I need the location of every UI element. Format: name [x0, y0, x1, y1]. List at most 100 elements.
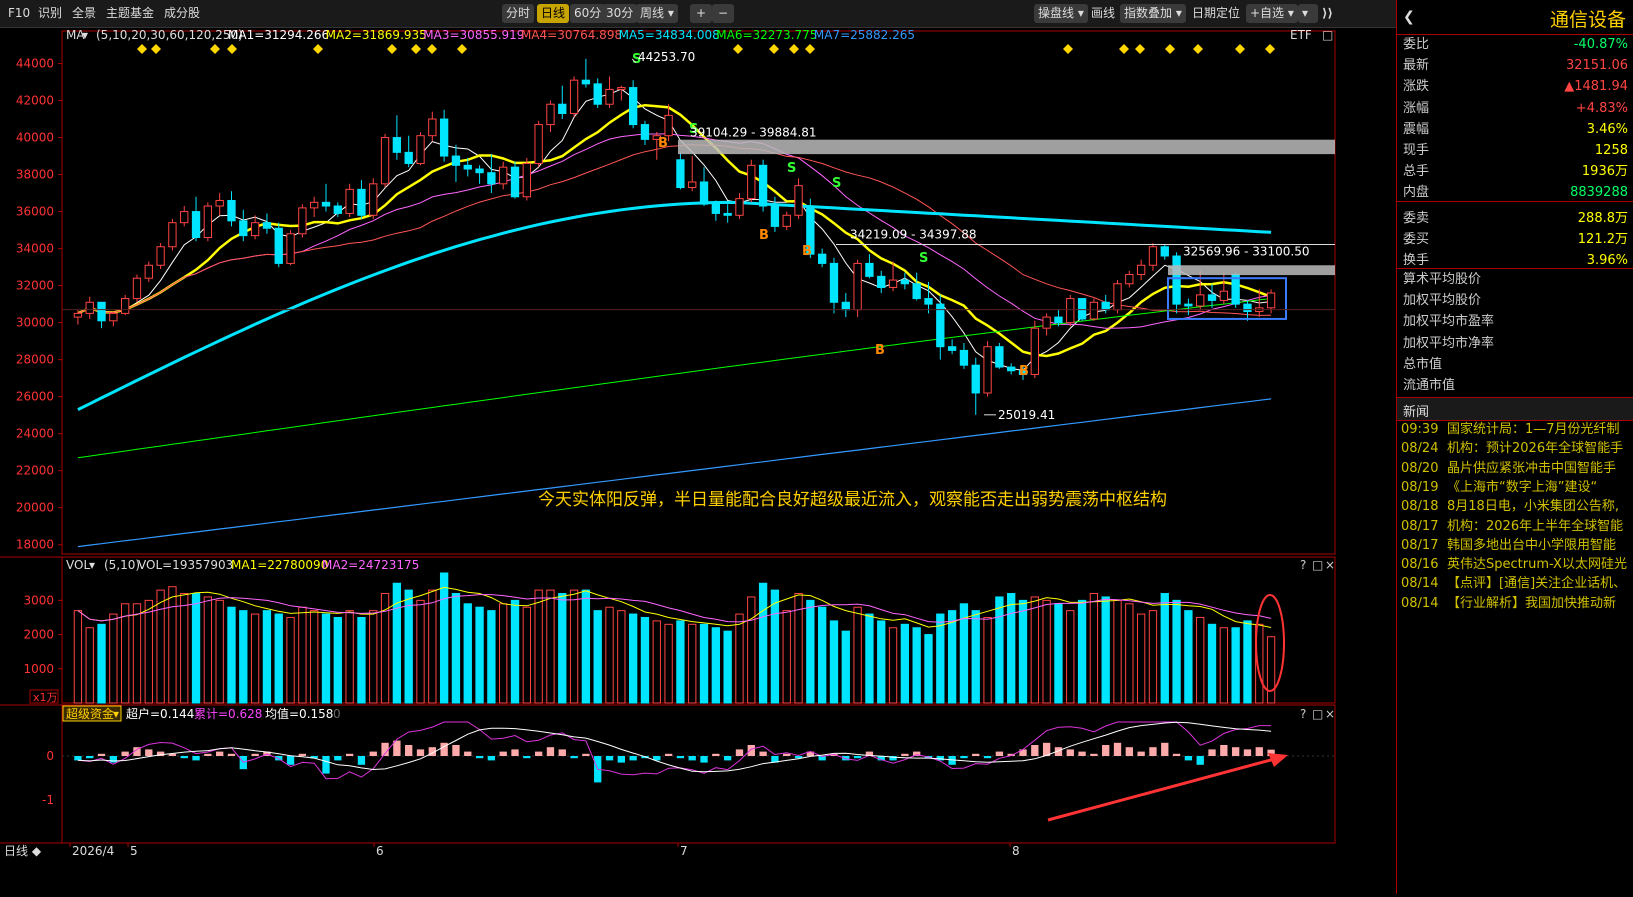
volume-bar	[227, 606, 236, 704]
ma-legend-item: MA3=30855.919	[423, 28, 524, 42]
chevron-down-icon[interactable]: ▾	[1298, 4, 1318, 23]
candle-body	[203, 205, 213, 238]
fund-bar	[345, 753, 354, 756]
fund-bar	[1255, 747, 1263, 756]
y-tick-label: 24000	[16, 427, 54, 441]
tab-60min[interactable]: 60分	[570, 4, 606, 23]
recognize-button[interactable]: 识别	[34, 4, 66, 23]
news-time: 08/20	[1401, 460, 1439, 476]
volume-bar	[971, 610, 980, 704]
stat-row: 流通市值	[1397, 375, 1633, 397]
overview-button[interactable]: 全景	[68, 4, 100, 23]
add-watchlist-button[interactable]: +自选 ▾	[1246, 4, 1298, 23]
signal-diamond	[1063, 44, 1073, 54]
volume-bar	[286, 616, 295, 704]
volume-bar	[676, 620, 685, 704]
news-item[interactable]: 08/16 英伟达Spectrum-X以太网硅光	[1397, 555, 1633, 575]
candle-body	[593, 83, 602, 105]
candle-body	[1172, 255, 1181, 305]
stock-chart[interactable]: SSSSSBBBBB 44000420004000038000360003400…	[0, 27, 1395, 894]
news-item[interactable]: 08/20 晶片供应紧张冲击中国智能手	[1397, 459, 1633, 479]
y-tick-label: 40000	[16, 131, 54, 145]
candle-body	[286, 233, 295, 264]
candle-body	[569, 79, 579, 114]
quote-label: 委卖	[1403, 210, 1430, 226]
index-overlay-label: 指数叠加	[1124, 6, 1173, 20]
trade-line-button[interactable]: 操盘线 ▾	[1034, 4, 1088, 23]
volume-bar	[475, 606, 484, 704]
signal-diamond	[313, 44, 323, 54]
quote-value: 3.46%	[1586, 121, 1628, 137]
candle-body	[274, 227, 283, 264]
stat-row: 算术平均股价	[1397, 269, 1633, 291]
fund-bar	[972, 753, 980, 756]
candle-body	[1160, 246, 1169, 257]
news-headline: 《上海市“数字上海”建设“	[1447, 479, 1598, 495]
news-time: 08/16	[1401, 557, 1439, 573]
vol-tick-label: 2000	[23, 628, 54, 642]
zoom-out-button[interactable]: −	[712, 4, 734, 23]
theme-fund-button[interactable]: 主题基金	[102, 4, 158, 23]
fund-bar	[853, 756, 862, 759]
news-item[interactable]: 08/17 机构：2026年上半年全球智能	[1397, 517, 1633, 537]
candle-body	[699, 181, 709, 205]
volume-bar	[345, 610, 354, 704]
tab-weekly[interactable]: 周线 ▾	[636, 4, 678, 23]
news-item[interactable]: 08/24 机构：预计2026年全球智能手	[1397, 439, 1633, 459]
back-chevron-icon[interactable]: ❮	[1403, 9, 1415, 25]
fund-bar	[901, 753, 909, 756]
candle-body	[1207, 294, 1217, 301]
news-item[interactable]: 08/14 【点评】[通信]关注企业话机、	[1397, 574, 1633, 594]
news-time: 08/14	[1401, 595, 1439, 611]
candle-body	[510, 166, 520, 198]
fund-value-c: 均值=0.158	[265, 706, 333, 721]
tab-intraday[interactable]: 分时	[502, 4, 535, 23]
volume-bar	[451, 593, 461, 704]
volume-bar	[357, 616, 366, 704]
news-item[interactable]: 08/19 《上海市“数字上海”建设“	[1397, 478, 1633, 498]
fund-legend-label: 超级资金	[66, 706, 114, 721]
quote-value: 288.8万	[1577, 210, 1628, 226]
volume-bar	[581, 589, 591, 704]
constituents-button[interactable]: 成分股	[160, 4, 204, 23]
index-overlay-button[interactable]: 指数叠加 ▾	[1120, 4, 1186, 23]
news-time: 08/18	[1401, 499, 1439, 515]
news-item[interactable]: 08/14 【行业解析】我国加快推动新	[1397, 594, 1633, 614]
volume-bar	[510, 599, 520, 704]
candle-body	[310, 201, 319, 209]
fund-bar	[1184, 756, 1193, 761]
candle-body	[747, 164, 756, 200]
candle-body	[617, 87, 626, 90]
news-item[interactable]: 08/17 韩国多地出台中小学限用智能	[1397, 536, 1633, 556]
volume-bar	[818, 606, 827, 704]
fund-bar	[74, 756, 82, 761]
fund-bar	[1231, 747, 1240, 756]
candle-body	[1054, 316, 1063, 324]
volume-bar	[1207, 623, 1217, 704]
quote-value: ▲1481.94	[1564, 79, 1628, 95]
low-label: 25019.41	[998, 408, 1055, 422]
candle-body	[428, 118, 437, 137]
fund-bar	[357, 756, 366, 765]
candle-body	[829, 262, 839, 303]
collapse-icon[interactable]: ⟩⟩	[1318, 4, 1337, 23]
tab-30min[interactable]: 30分	[602, 4, 638, 23]
fund-value-b: 累计=0.628	[194, 707, 262, 721]
date-locate-button[interactable]: 日期定位	[1188, 4, 1244, 23]
news-item[interactable]: 09:39 国家统计局：1—7月份光纤制	[1397, 420, 1633, 440]
draw-line-button[interactable]: 画线	[1087, 4, 1119, 23]
stat-row: 加权平均市盈率	[1397, 311, 1633, 333]
sector-title: 通信设备	[1549, 9, 1626, 31]
candle-body	[463, 164, 472, 170]
f10-button[interactable]: F10	[4, 4, 34, 23]
news-item[interactable]: 08/18 8月18日电，小米集团公告称,	[1397, 497, 1633, 517]
volume-bar	[664, 623, 673, 704]
tab-daily[interactable]: 日线	[537, 4, 570, 23]
stat-row: 总市值	[1397, 354, 1633, 376]
candle-body	[333, 205, 342, 214]
fund-bar	[1113, 742, 1122, 756]
zoom-in-button[interactable]: +	[690, 4, 712, 23]
x-tick-label: 7	[680, 844, 688, 858]
fund-bar	[511, 749, 519, 756]
fund-average-line	[77, 721, 1272, 773]
